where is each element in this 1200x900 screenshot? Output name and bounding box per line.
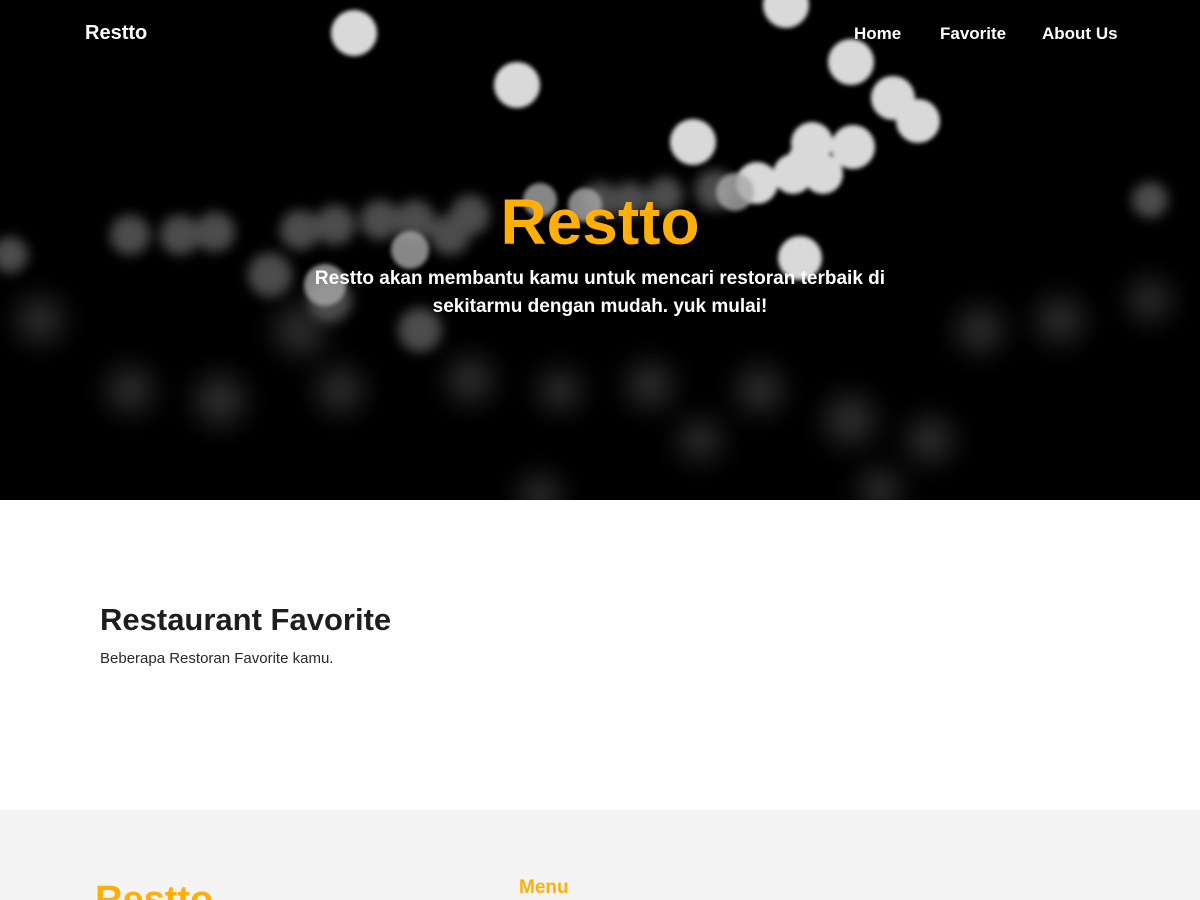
nav-link-home[interactable]: Home [854,24,901,44]
hero-content: Restto Restto akan membantu kamu untuk m… [300,182,900,321]
section-description: Beberapa Restoran Favorite kamu. [100,650,334,667]
hero-title: Restto [500,186,700,258]
nav-link-about-us[interactable]: About Us [1042,24,1118,44]
hero-subtitle: Restto akan membantu kamu untuk mencari … [314,268,886,317]
hero-section: Restto Home Favorite About Us Restto Res… [0,0,1200,500]
footer-brand: Restto [95,879,214,900]
footer-menu-title: Menu [519,877,569,898]
brand-logo-link[interactable]: Restto [85,22,147,45]
top-navbar: Restto Home Favorite About Us [0,0,1200,68]
nav-link-favorite[interactable]: Favorite [940,24,1006,44]
section-title: Restaurant Favorite [100,602,392,637]
footer: Restto Menu [0,810,1200,900]
favorite-restaurant-section: Restaurant Favorite Beberapa Restoran Fa… [0,500,1200,810]
